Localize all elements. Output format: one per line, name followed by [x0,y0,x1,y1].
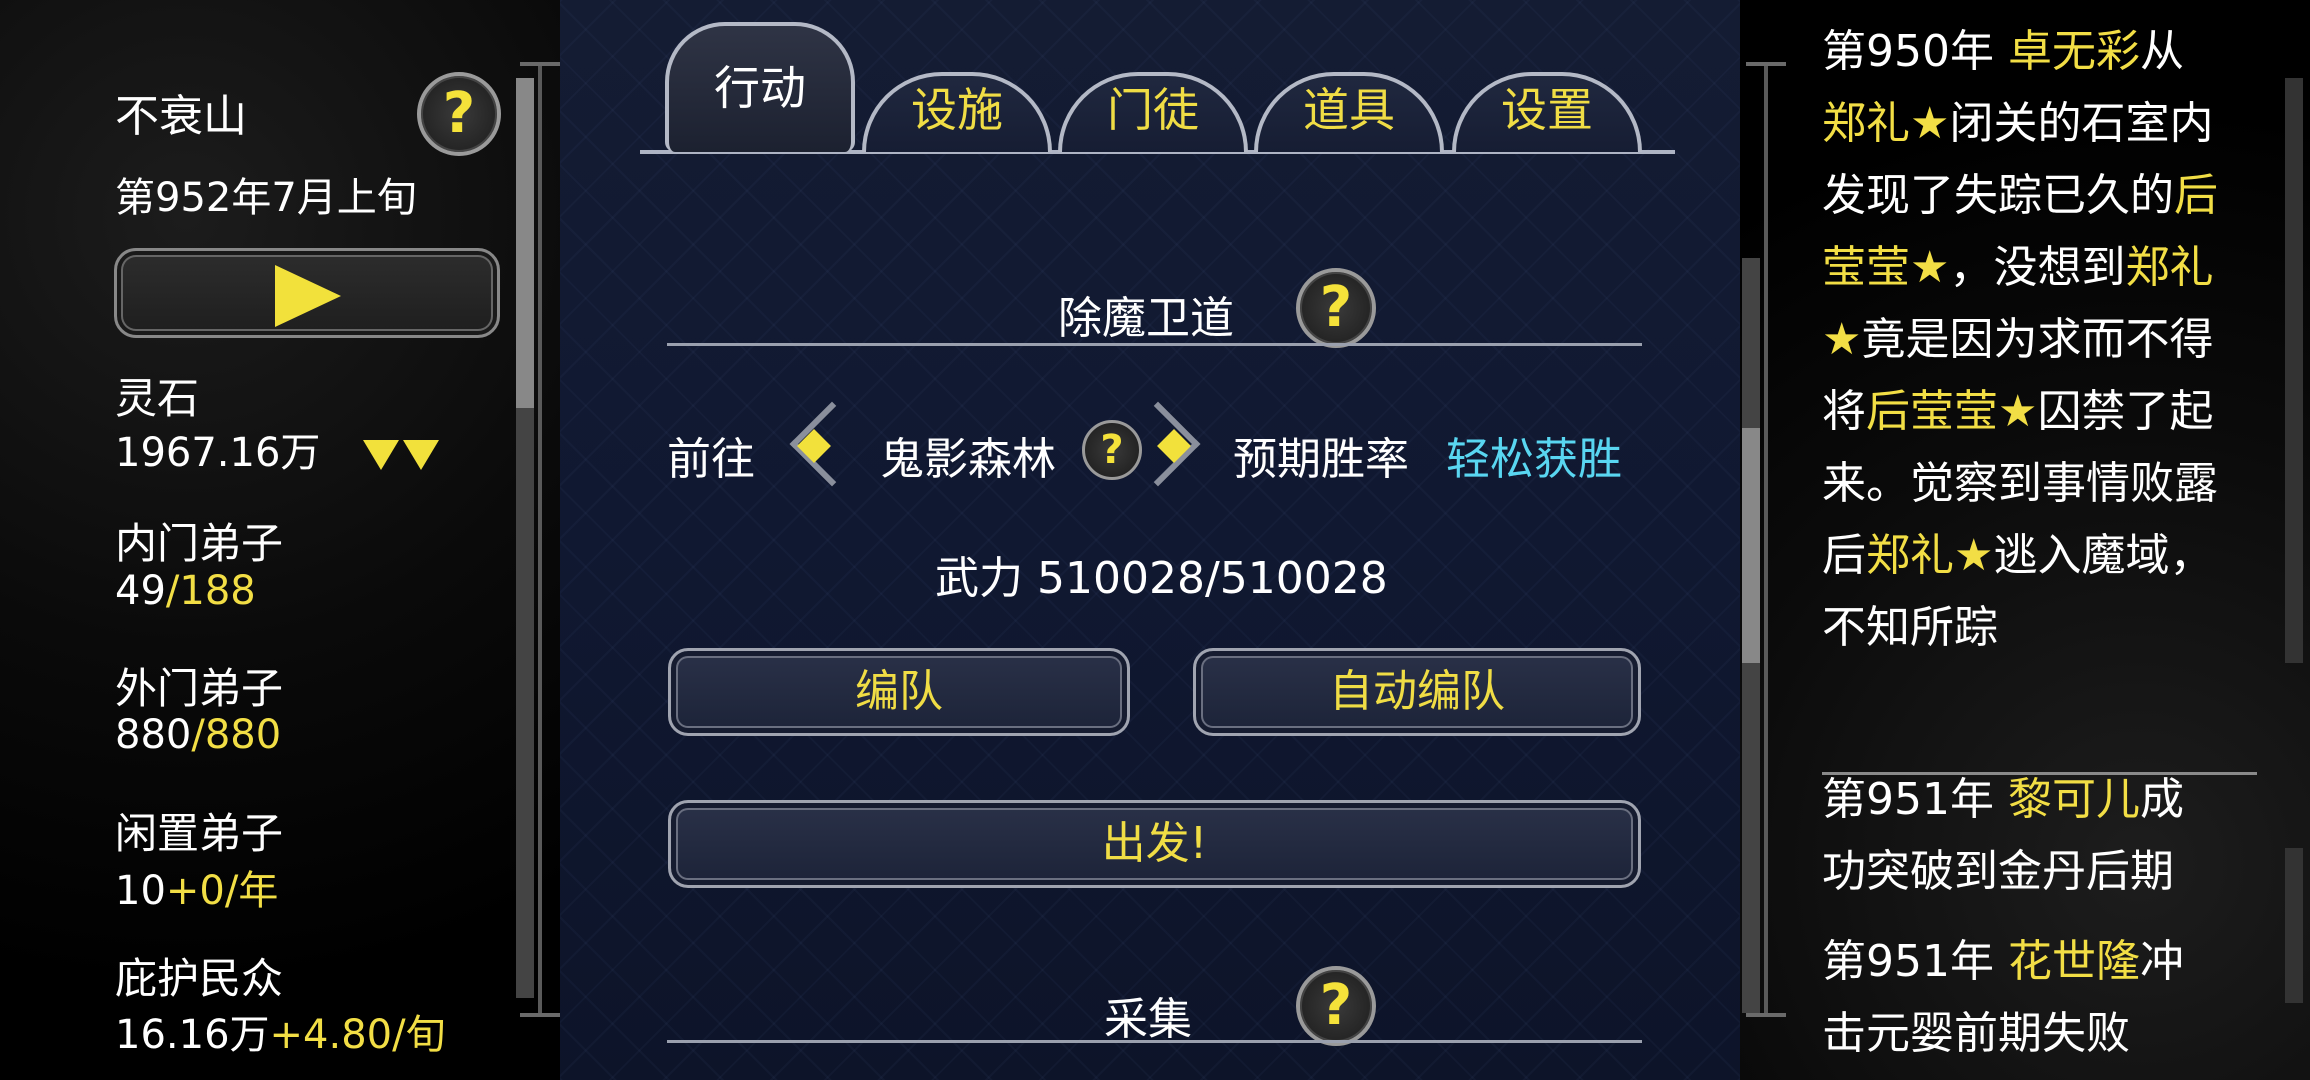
log-name-highlight: 黎可儿 [2007,774,2140,825]
log-entry: 第951年 黎可儿成功突破到金丹后期 [1822,764,2227,908]
log-text: 从 [2139,26,2184,77]
log-text: 第951年 [1822,774,2008,825]
log-entry: 第950年 卓无彩从郑礼★闭关的石室内发现了失踪已久的后莹莹★，没想到郑礼★竟是… [1822,16,2227,664]
idle-disciples-value: 10+0/年 [115,868,279,914]
tab-action[interactable]: 行动 [665,22,855,152]
left-scrollbar[interactable] [516,78,534,998]
spirit-stone-label: 灵石 [115,374,200,423]
left-rail [538,62,542,1017]
log-scrollbar-bottom[interactable] [2285,848,2303,1003]
main-scrollbar-thumb[interactable] [1742,428,1760,663]
main-rail [1764,62,1768,1017]
log-text: ，没想到 [1949,242,2126,293]
game-date: 第952年7月上旬 [115,175,417,221]
main-panel [560,0,1740,1080]
next-location-button[interactable] [1115,400,1204,510]
sect-status-panel: 不衰山 ? 第952年7月上旬 灵石 1967.16万 内门弟子 49/188 … [0,0,560,1080]
depart-button[interactable]: 出发! [668,800,1641,888]
sect-help-button[interactable]: ? [417,72,501,156]
inner-disciples-value: 49/188 [115,568,256,614]
advance-time-button[interactable] [114,248,500,338]
go-label: 前往 [667,434,755,485]
power-value: 武力 510028/510028 [935,553,1388,604]
log-name-highlight: 卓无彩 [2007,26,2140,77]
prev-location-button[interactable] [782,400,875,510]
gather-title: 采集 [1104,994,1192,1045]
tab-disciples[interactable]: 门徒 [1058,62,1248,152]
outer-disciples-value: 880/880 [115,712,282,758]
spirit-stone-value: 1967.16万 [115,420,440,478]
left-scrollbar-thumb[interactable] [516,78,534,408]
gather-divider [667,1040,1642,1043]
protected-people-label: 庇护民众 [115,954,284,1003]
gather-help-button[interactable]: ? [1296,966,1376,1046]
decrease-trend-icon [359,430,440,476]
mission-help-button[interactable]: ? [1296,268,1376,348]
log-text: 第951年 [1822,936,2008,987]
protected-people-value: 16.16万+4.80/旬 [115,1012,446,1058]
expected-win-label: 预期胜率 [1233,434,1409,485]
mission-title: 除魔卫道 [1058,293,1234,344]
sect-name: 不衰山 [115,91,247,142]
expected-win-value: 轻松获胜 [1446,434,1622,485]
inner-disciples-label: 内门弟子 [115,519,284,568]
log-entry: 第951年 花世隆冲击元婴前期失败 [1822,926,2227,1070]
tab-items[interactable]: 道具 [1254,62,1444,152]
mission-divider [667,343,1642,346]
log-scrollbar-top[interactable] [2285,78,2303,663]
log-name-highlight: 花世隆 [2007,936,2140,987]
outer-disciples-label: 外门弟子 [115,664,284,713]
play-icon [275,265,341,327]
log-name-highlight: 郑礼★ [1866,530,1994,581]
log-text: 第950年 [1822,26,2008,77]
log-name-highlight: 郑礼★ [1822,98,1950,149]
idle-disciples-label: 闲置弟子 [115,809,284,858]
location-name: 鬼影森林 [880,434,1056,485]
tab-settings[interactable]: 设置 [1452,62,1642,152]
spirit-stone-amount: 1967.16万 [115,430,321,476]
main-scrollbar[interactable] [1742,258,1760,1013]
log-name-highlight: 后莹莹★ [1866,386,2038,437]
auto-formation-button[interactable]: 自动编队 [1193,648,1641,736]
formation-button[interactable]: 编队 [668,648,1130,736]
tab-facilities[interactable]: 设施 [862,62,1052,152]
